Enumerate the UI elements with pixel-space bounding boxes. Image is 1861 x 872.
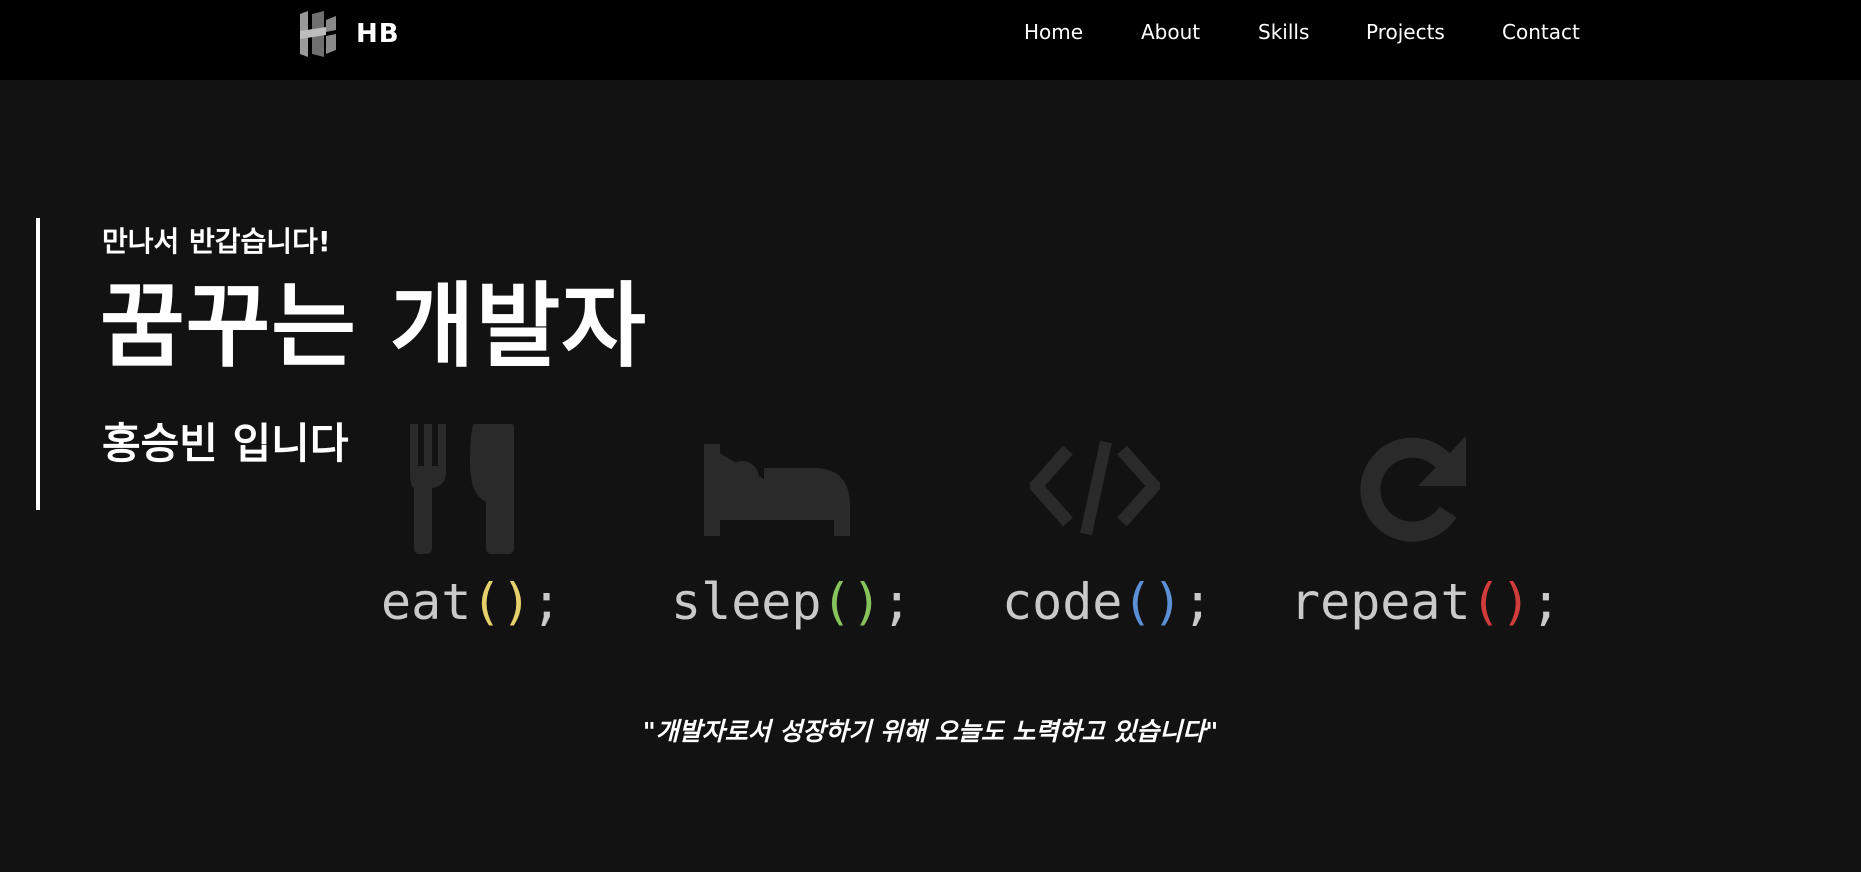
motto-word-text: code bbox=[1002, 573, 1123, 631]
motto-repeat: repeat(); bbox=[1290, 572, 1561, 632]
nav-link-about[interactable]: About bbox=[1141, 20, 1200, 44]
bed-icon bbox=[704, 444, 850, 536]
motto-sleep: sleep(); bbox=[671, 572, 912, 632]
motto-paren: () bbox=[821, 573, 882, 631]
nav-link-projects[interactable]: Projects bbox=[1366, 20, 1445, 44]
redo-icon bbox=[1360, 436, 1466, 542]
navbar: HB Home About Skills Projects Contact bbox=[0, 0, 1861, 80]
code-icon bbox=[1030, 440, 1160, 536]
nav-link-skills[interactable]: Skills bbox=[1258, 20, 1309, 44]
hero-name: 홍승빈 입니다 bbox=[102, 419, 349, 468]
motto-word-text: eat bbox=[381, 573, 472, 631]
fork-knife-icon bbox=[410, 424, 514, 554]
motto-word-text: sleep bbox=[671, 573, 822, 631]
motto-paren: () bbox=[471, 573, 532, 631]
motto-semicolon: ; bbox=[881, 573, 912, 631]
motto-semicolon: ; bbox=[531, 573, 562, 631]
motto-semicolon: ; bbox=[1182, 573, 1213, 631]
motto-paren: () bbox=[1470, 573, 1531, 631]
hero-accent-bar bbox=[36, 218, 40, 510]
motto-eat: eat(); bbox=[381, 572, 562, 632]
nav-link-home[interactable]: Home bbox=[1024, 20, 1083, 44]
motto-paren: () bbox=[1122, 573, 1183, 631]
motto-code: code(); bbox=[1002, 572, 1213, 632]
motto-quote: "개발자로서 성장하기 위해 오늘도 노력하고 있습니다" bbox=[642, 717, 1219, 746]
nav-link-contact[interactable]: Contact bbox=[1502, 20, 1580, 44]
motto-semicolon: ; bbox=[1530, 573, 1561, 631]
hero-greeting: 만나서 반갑습니다! bbox=[102, 225, 331, 258]
nav-menu: Home About Skills Projects Contact bbox=[0, 20, 1861, 48]
hero-title: 꿈꾸는 개발자 bbox=[100, 273, 647, 380]
motto-word-text: repeat bbox=[1290, 573, 1471, 631]
